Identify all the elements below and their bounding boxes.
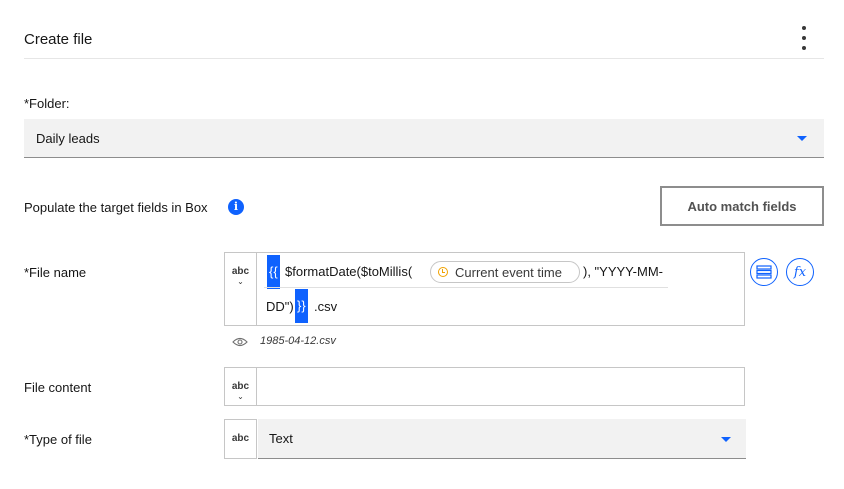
type-of-file-type-badge: abc xyxy=(224,419,257,459)
type-of-file-label: *Type of file xyxy=(24,432,92,447)
list-mapping-icon[interactable] xyxy=(750,258,778,286)
current-event-time-token[interactable]: Current event time xyxy=(430,261,580,283)
open-mapping-brace: {{ xyxy=(267,255,280,289)
auto-match-fields-button[interactable]: Auto match fields xyxy=(660,186,824,226)
close-mapping-brace: }} xyxy=(295,289,308,323)
chevron-down-icon xyxy=(721,437,731,442)
type-of-file-value: Text xyxy=(269,431,293,446)
type-badge: abc xyxy=(231,433,250,444)
clock-icon xyxy=(438,267,448,277)
file-name-type-selector[interactable]: abc ⌄ xyxy=(224,252,257,326)
expression-text: ), "YYYY-MM- xyxy=(583,264,663,279)
function-fx-icon[interactable]: fx xyxy=(786,258,814,286)
folder-select[interactable]: Daily leads xyxy=(24,119,824,158)
type-badge: abc xyxy=(231,381,250,392)
expression-suffix: .csv xyxy=(314,299,338,314)
page-title: Create file xyxy=(24,31,93,48)
type-badge: abc xyxy=(231,266,250,277)
chevron-down-icon: ⌄ xyxy=(237,392,244,401)
file-content-input[interactable] xyxy=(256,367,745,406)
chevron-down-icon xyxy=(797,136,807,141)
file-name-preview: 1985-04-12.csv xyxy=(260,335,336,347)
overflow-menu-icon[interactable] xyxy=(794,24,814,52)
folder-select-value: Daily leads xyxy=(36,131,100,146)
populate-heading: Populate the target fields in Box xyxy=(24,200,208,215)
type-of-file-select[interactable]: Text xyxy=(258,419,746,459)
folder-label: *Folder: xyxy=(24,96,70,111)
expression-text: DD") xyxy=(266,299,294,314)
expression-line-divider xyxy=(264,287,668,288)
chevron-down-icon: ⌄ xyxy=(237,277,244,286)
file-content-label: File content xyxy=(24,380,92,395)
expression-text: $formatDate($toMillis( xyxy=(285,264,413,279)
file-name-label: *File name xyxy=(24,265,87,280)
info-icon[interactable]: i xyxy=(228,199,244,215)
eye-icon xyxy=(232,337,248,347)
file-content-type-selector[interactable]: abc ⌄ xyxy=(224,367,257,406)
token-label: Current event time xyxy=(455,265,562,280)
header-divider xyxy=(24,58,824,59)
